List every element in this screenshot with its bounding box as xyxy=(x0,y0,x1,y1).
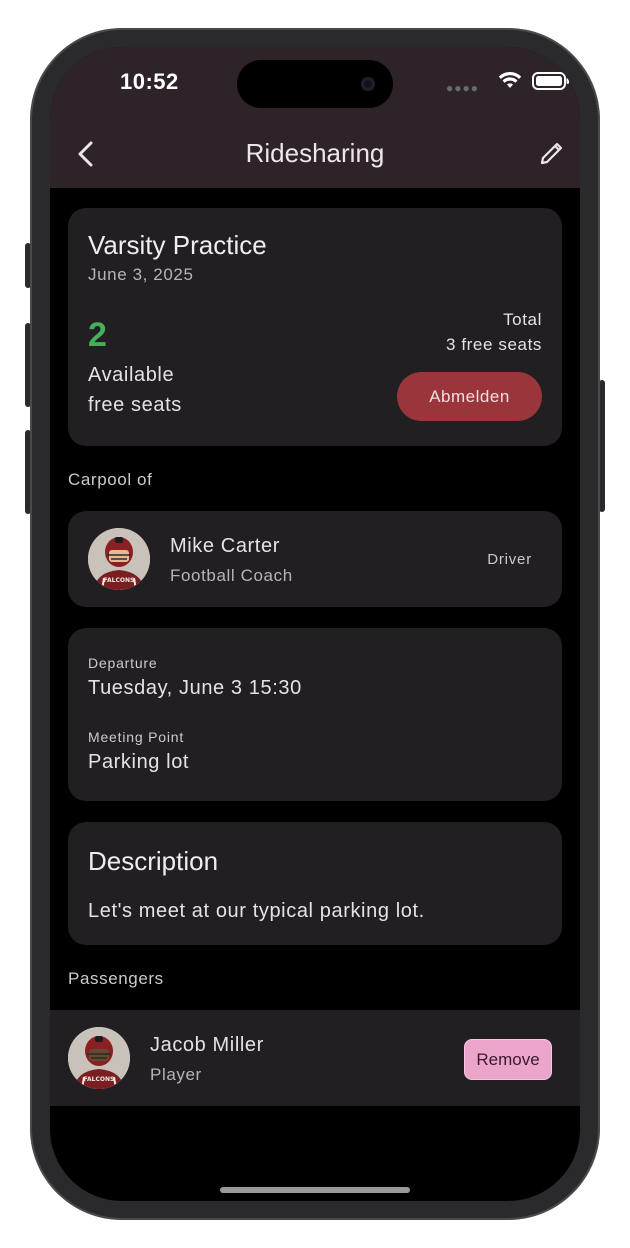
event-date: June 3, 2025 xyxy=(88,265,194,284)
available-seats-count: 2 xyxy=(88,316,107,354)
battery-icon xyxy=(532,72,569,90)
svg-text:FALCONS: FALCONS xyxy=(104,577,135,584)
driver-card[interactable]: FALCONS Mike Carter Football Coach Drive… xyxy=(68,511,562,607)
total-label: Total xyxy=(503,310,542,329)
status-time: 10:52 xyxy=(120,69,179,94)
dynamic-island xyxy=(237,60,393,108)
description-title: Description xyxy=(88,846,219,876)
meeting-point-label: Meeting Point xyxy=(88,729,185,745)
carpool-section-title: Carpool of xyxy=(68,470,153,489)
passenger-avatar: FALCONS xyxy=(68,1027,130,1089)
trip-details-card: Departure Tuesday, June 3 15:30 Meeting … xyxy=(68,628,562,801)
passenger-row[interactable]: FALCONS Jacob Miller Player Remove xyxy=(50,1010,580,1106)
app-bar: 10:52 ●●●● Ridesharing xyxy=(50,47,580,188)
wifi-icon xyxy=(498,71,522,88)
football-player-avatar-icon: FALCONS xyxy=(68,1027,130,1089)
camera-icon xyxy=(361,77,375,91)
description-text: Let's meet at our typical parking lot. xyxy=(88,900,425,922)
passengers-section-title: Passengers xyxy=(68,969,164,988)
description-card: Description Let's meet at our typical pa… xyxy=(68,822,562,945)
passenger-name: Jacob Miller xyxy=(150,1034,264,1056)
available-label: Available xyxy=(88,364,175,386)
unregister-button[interactable]: Abmelden xyxy=(397,372,542,421)
screen: 10:52 ●●●● Ridesharing Varsity Practice … xyxy=(50,47,580,1201)
event-title: Varsity Practice xyxy=(88,230,267,260)
svg-text:FALCONS: FALCONS xyxy=(84,1076,115,1083)
free-seats-label: free seats xyxy=(88,394,182,416)
driver-name: Mike Carter xyxy=(170,535,280,557)
signal-icon: ●●●● xyxy=(446,81,479,95)
football-player-avatar-icon: FALCONS xyxy=(88,528,150,590)
edit-pencil-icon[interactable] xyxy=(538,139,566,167)
departure-value: Tuesday, June 3 15:30 xyxy=(88,677,302,699)
driver-avatar: FALCONS xyxy=(88,528,150,590)
page-title: Ridesharing xyxy=(245,138,385,168)
meeting-point-value: Parking lot xyxy=(88,751,190,773)
remove-passenger-button[interactable]: Remove xyxy=(464,1039,552,1080)
home-indicator[interactable] xyxy=(220,1187,410,1193)
driver-role: Football Coach xyxy=(170,566,293,585)
total-free-seats: 3 free seats xyxy=(445,335,542,354)
departure-label: Departure xyxy=(88,655,158,671)
driver-badge: Driver xyxy=(487,551,532,568)
event-summary-card: Varsity Practice June 3, 2025 2 Availabl… xyxy=(68,208,562,446)
passenger-role: Player xyxy=(150,1065,202,1084)
